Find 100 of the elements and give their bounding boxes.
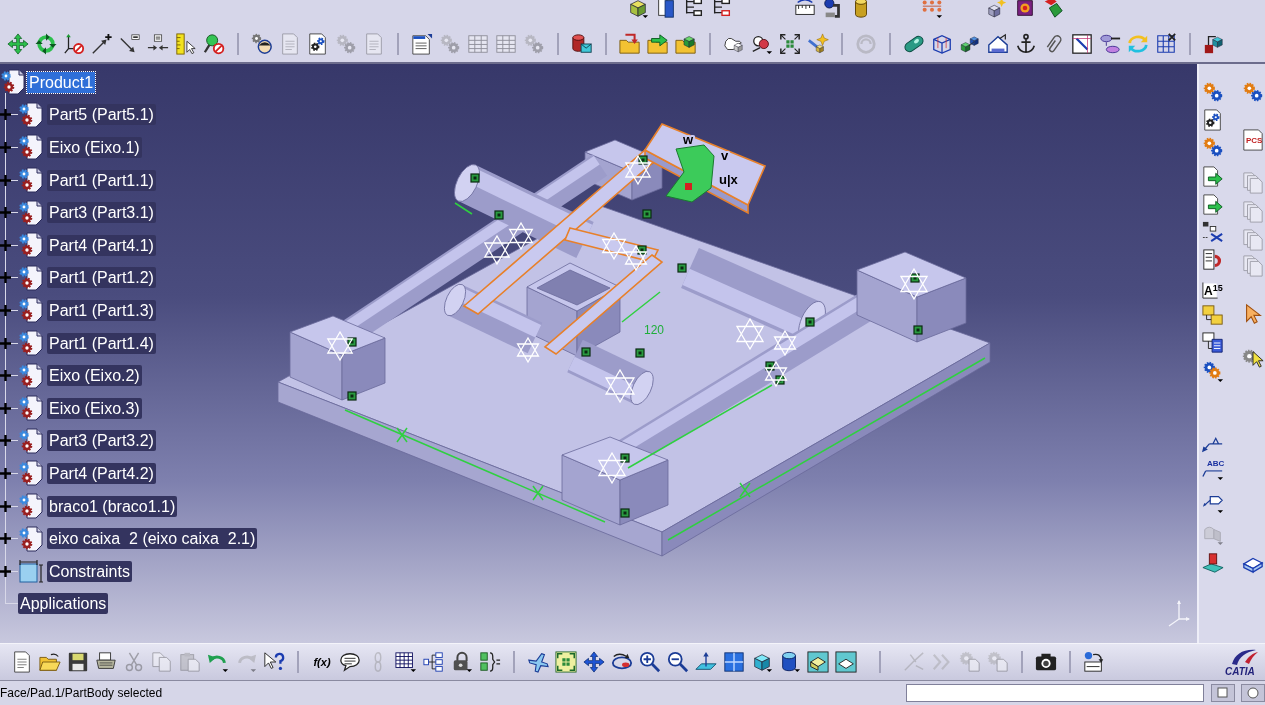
document-icon[interactable] — [11, 651, 33, 673]
document-gears-icon — [18, 101, 44, 128]
four-arrows-icon[interactable] — [7, 33, 29, 55]
quad-view-icon[interactable] — [723, 651, 745, 673]
document-gears-icon[interactable] — [307, 33, 329, 55]
zoom-in-icon[interactable] — [639, 651, 661, 673]
expand-plus-icon[interactable] — [0, 565, 11, 577]
sphere-box-icon[interactable] — [1083, 651, 1105, 673]
expand-plus-icon[interactable] — [0, 500, 11, 512]
tree-item[interactable]: Eixo (Eixo.2) — [47, 365, 142, 387]
folder-cube-icon[interactable] — [675, 33, 697, 55]
gears-icon[interactable] — [1242, 81, 1264, 103]
gear-cursor-icon[interactable] — [1242, 347, 1264, 369]
tree-item[interactable]: Part3 (Part3.1) — [47, 202, 156, 224]
pan-arrows-icon[interactable] — [583, 651, 605, 673]
tree-item[interactable]: eixo caixa 2 (eixo caixa 2.1) — [47, 528, 258, 550]
fit-all-icon[interactable] — [555, 651, 577, 673]
star-cube-icon[interactable] — [986, 0, 1008, 19]
database-icon[interactable] — [571, 33, 593, 55]
house-arrow-icon[interactable] — [987, 33, 1009, 55]
circular-arrows-icon[interactable] — [35, 33, 57, 55]
grid-icon[interactable] — [1155, 33, 1177, 55]
camera-icon[interactable] — [1035, 651, 1057, 673]
folder-arrow-icon[interactable] — [647, 33, 669, 55]
tree-item[interactable]: Eixo (Eixo.3) — [47, 397, 142, 419]
tree-item[interactable]: Part1 (Part1.3) — [47, 299, 156, 321]
document-gears-icon — [18, 493, 44, 519]
list-magnet-icon[interactable] — [1202, 249, 1224, 271]
tree-item[interactable]: Part3 (Part3.2) — [47, 430, 156, 452]
cut-link-icon[interactable] — [1202, 221, 1224, 243]
slider-icon[interactable] — [1099, 33, 1121, 55]
window-tile-icon[interactable] — [1211, 684, 1235, 702]
document-icon[interactable]: PCS — [1242, 129, 1264, 151]
cube-icon[interactable] — [751, 651, 773, 673]
cube-icon[interactable] — [931, 33, 953, 55]
formula-icon[interactable]: f(x) — [311, 651, 333, 673]
cylinder-icon[interactable] — [779, 651, 801, 673]
folders-icon[interactable] — [1202, 304, 1224, 326]
diagram-icon[interactable] — [1202, 332, 1224, 354]
circle-tile-icon[interactable] — [1241, 684, 1265, 702]
help-cursor-icon[interactable] — [263, 651, 285, 673]
shaded-view-icon[interactable] — [807, 651, 829, 673]
expand-plus-icon[interactable] — [0, 435, 11, 447]
cube-axis-icon[interactable] — [1203, 33, 1225, 55]
document-arrow-icon[interactable] — [1202, 166, 1224, 188]
document-gears-icon[interactable] — [1202, 109, 1224, 131]
gem-icon[interactable] — [1014, 0, 1036, 19]
airplane-icon[interactable] — [527, 651, 549, 673]
person-icon[interactable] — [251, 33, 273, 55]
bracket-list-icon[interactable] — [479, 651, 501, 673]
tree-item[interactable]: Part4 (Part4.2) — [47, 462, 156, 484]
padlock-icon[interactable] — [451, 651, 473, 673]
table-icon[interactable] — [395, 651, 417, 673]
tree-diagram-icon[interactable] — [423, 651, 445, 673]
cube-icon[interactable] — [627, 0, 649, 19]
tree-item[interactable]: Product1 — [27, 71, 96, 93]
document-arrow-icon[interactable] — [1202, 194, 1224, 216]
gears-icon[interactable] — [1202, 81, 1224, 103]
tree-item[interactable]: Eixo (Eixo.1) — [47, 137, 142, 158]
block-plane-icon[interactable] — [1202, 552, 1224, 574]
expand-plus-icon[interactable] — [0, 467, 11, 479]
plane-arrow-icon[interactable] — [695, 651, 717, 673]
anchor-icon[interactable] — [1015, 33, 1037, 55]
hierarchy-icon[interactable] — [683, 0, 705, 19]
command-input-field[interactable] — [906, 684, 1204, 702]
arrow-plus-icon[interactable] — [91, 33, 113, 55]
shaded-view-icon[interactable] — [835, 651, 857, 673]
tree-item[interactable]: Part4 (Part4.1) — [47, 234, 156, 256]
tree-item[interactable]: Part1 (Part1.4) — [47, 332, 156, 354]
document-gears-icon — [18, 427, 44, 454]
linked-circles-icon[interactable] — [751, 33, 773, 55]
speech-bubble-icon[interactable] — [339, 651, 361, 673]
folder-arrow-icon[interactable] — [619, 33, 641, 55]
gears-icon[interactable] — [1202, 136, 1224, 158]
document-gears-icon — [18, 525, 44, 552]
tree-item[interactable]: Applications — [18, 593, 109, 615]
frame-icon[interactable] — [1071, 33, 1093, 55]
tree-item[interactable]: braco1 (braco1.1) — [47, 495, 178, 517]
document-lines-icon[interactable] — [411, 33, 433, 55]
gears-icon[interactable] — [1202, 361, 1224, 383]
ruler-cursor-icon[interactable] — [175, 33, 197, 55]
dots-icon[interactable] — [921, 0, 943, 19]
tree-item[interactable]: Part1 (Part1.2) — [47, 267, 156, 289]
sparkle-icon[interactable] — [807, 33, 829, 55]
cubes-icon[interactable] — [959, 33, 981, 55]
hierarchy-icon[interactable] — [711, 0, 733, 19]
pages-icon[interactable] — [655, 0, 677, 19]
expand-plus-icon[interactable] — [0, 402, 11, 414]
open-folder-icon[interactable] — [39, 651, 61, 673]
shapes-icon[interactable] — [1042, 0, 1064, 19]
magnifier-forbidden-icon[interactable] — [203, 33, 225, 55]
fit-all-icon[interactable] — [779, 33, 801, 55]
zoom-out-icon[interactable] — [667, 651, 689, 673]
axis-forbidden-icon[interactable] — [63, 33, 85, 55]
expand-plus-icon[interactable] — [0, 533, 11, 545]
tree-item[interactable]: Part5 (Part5.1) — [47, 104, 156, 126]
tree-item[interactable]: Constraints — [47, 560, 132, 582]
arrow-minus-icon[interactable] — [119, 33, 141, 55]
tree-item[interactable]: Part1 (Part1.1) — [47, 169, 156, 191]
document-gears-icon — [18, 232, 44, 259]
